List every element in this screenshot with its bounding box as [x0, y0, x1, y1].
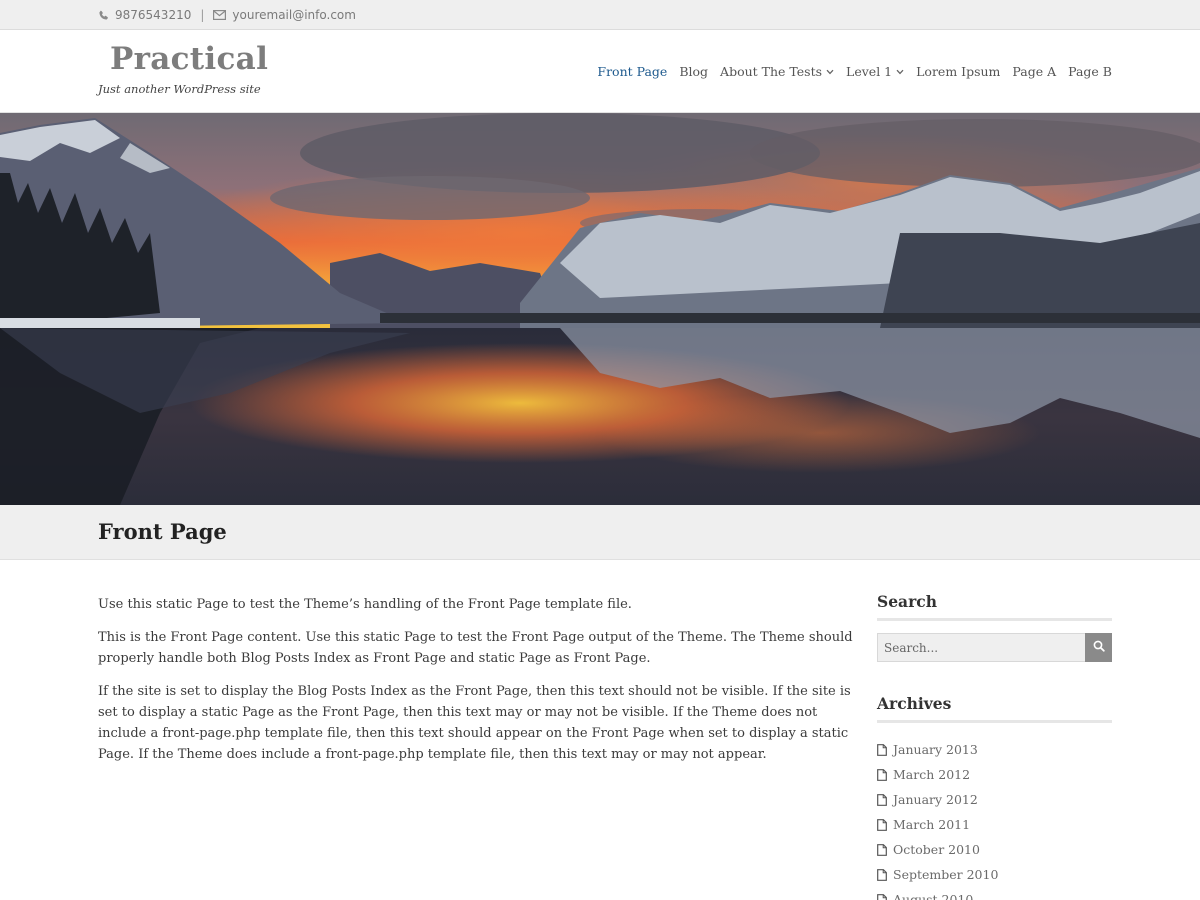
- archive-link[interactable]: January 2012: [893, 792, 978, 807]
- document-icon: [877, 868, 887, 881]
- content-paragraph: If the site is set to display the Blog P…: [98, 684, 851, 762]
- site-header: Practical Just another WordPress site Fr…: [0, 31, 1200, 113]
- hero-image: [0, 113, 1200, 505]
- phone-number[interactable]: 9876543210: [115, 8, 191, 22]
- archive-link[interactable]: March 2011: [893, 817, 970, 832]
- search-button[interactable]: [1085, 633, 1112, 662]
- top-contact-bar: 9876543210 | youremail@info.com: [0, 0, 1200, 30]
- page-title: Front Page: [98, 519, 227, 544]
- contact-info: 9876543210 | youremail@info.com: [98, 0, 356, 30]
- nav-label: Lorem Ipsum: [916, 64, 1001, 79]
- archives-widget-title: Archives: [877, 694, 1112, 723]
- archives-widget: Archives January 2013 March 2012 January…: [877, 694, 1112, 900]
- nav-label: About The Tests: [720, 64, 823, 79]
- archive-item[interactable]: March 2011: [877, 812, 1112, 837]
- archive-link[interactable]: October 2010: [893, 842, 980, 857]
- mountain-lake-sunset-image: [0, 113, 1200, 505]
- nav-label: Page B: [1068, 64, 1112, 79]
- page-title-band: Front Page: [0, 505, 1200, 560]
- chevron-down-icon: [826, 69, 834, 75]
- content-paragraph: Use this static Page to test the Theme’s…: [98, 597, 632, 612]
- archive-item[interactable]: October 2010: [877, 837, 1112, 862]
- search-input[interactable]: [877, 633, 1085, 662]
- document-icon: [877, 818, 887, 831]
- nav-item-blog[interactable]: Blog: [679, 64, 708, 79]
- archive-link[interactable]: September 2010: [893, 867, 998, 882]
- nav-item-page-a[interactable]: Page A: [1012, 64, 1056, 79]
- document-icon: [877, 743, 887, 756]
- archive-link[interactable]: January 2013: [893, 742, 978, 757]
- nav-label: Level 1: [846, 64, 893, 79]
- site-title[interactable]: Practical: [110, 41, 268, 77]
- archive-item[interactable]: August 2010: [877, 887, 1112, 900]
- nav-item-about-the-tests[interactable]: About The Tests: [720, 64, 834, 79]
- nav-item-page-b[interactable]: Page B: [1068, 64, 1112, 79]
- archive-list: January 2013 March 2012 January 2012 Mar…: [877, 737, 1112, 900]
- document-icon: [877, 793, 887, 806]
- nav-item-lorem-ipsum[interactable]: Lorem Ipsum: [916, 64, 1000, 79]
- contact-separator: |: [200, 8, 205, 22]
- nav-label: Page A: [1012, 64, 1057, 79]
- nav-item-front-page[interactable]: Front Page: [597, 64, 667, 79]
- document-icon: [877, 843, 887, 856]
- search-widget-title: Search: [877, 592, 1112, 621]
- archive-item[interactable]: March 2012: [877, 762, 1112, 787]
- nav-label: Blog: [679, 64, 709, 79]
- email-address[interactable]: youremail@info.com: [232, 8, 356, 22]
- sidebar: Search Archives January 2013 March 2012 …: [877, 592, 1112, 900]
- chevron-down-icon: [896, 69, 904, 75]
- search-form: [877, 633, 1112, 662]
- document-icon: [877, 893, 887, 900]
- main-navigation: Front Page Blog About The Tests Level 1 …: [585, 64, 1112, 79]
- content-paragraph: This is the Front Page content. Use this…: [98, 630, 853, 666]
- nav-item-level-1[interactable]: Level 1: [846, 64, 904, 79]
- archive-item[interactable]: January 2013: [877, 737, 1112, 762]
- envelope-icon: [213, 10, 227, 20]
- phone-icon: [98, 10, 109, 21]
- archive-link[interactable]: March 2012: [893, 767, 970, 782]
- archive-item[interactable]: September 2010: [877, 862, 1112, 887]
- nav-label: Front Page: [597, 64, 668, 79]
- search-widget: Search: [877, 592, 1112, 662]
- archive-item[interactable]: January 2012: [877, 787, 1112, 812]
- main-content: Use this static Page to test the Theme’s…: [98, 594, 854, 777]
- site-tagline: Just another WordPress site: [98, 82, 261, 96]
- archive-link[interactable]: August 2010: [893, 892, 973, 900]
- document-icon: [877, 768, 887, 781]
- search-icon: [1093, 640, 1105, 655]
